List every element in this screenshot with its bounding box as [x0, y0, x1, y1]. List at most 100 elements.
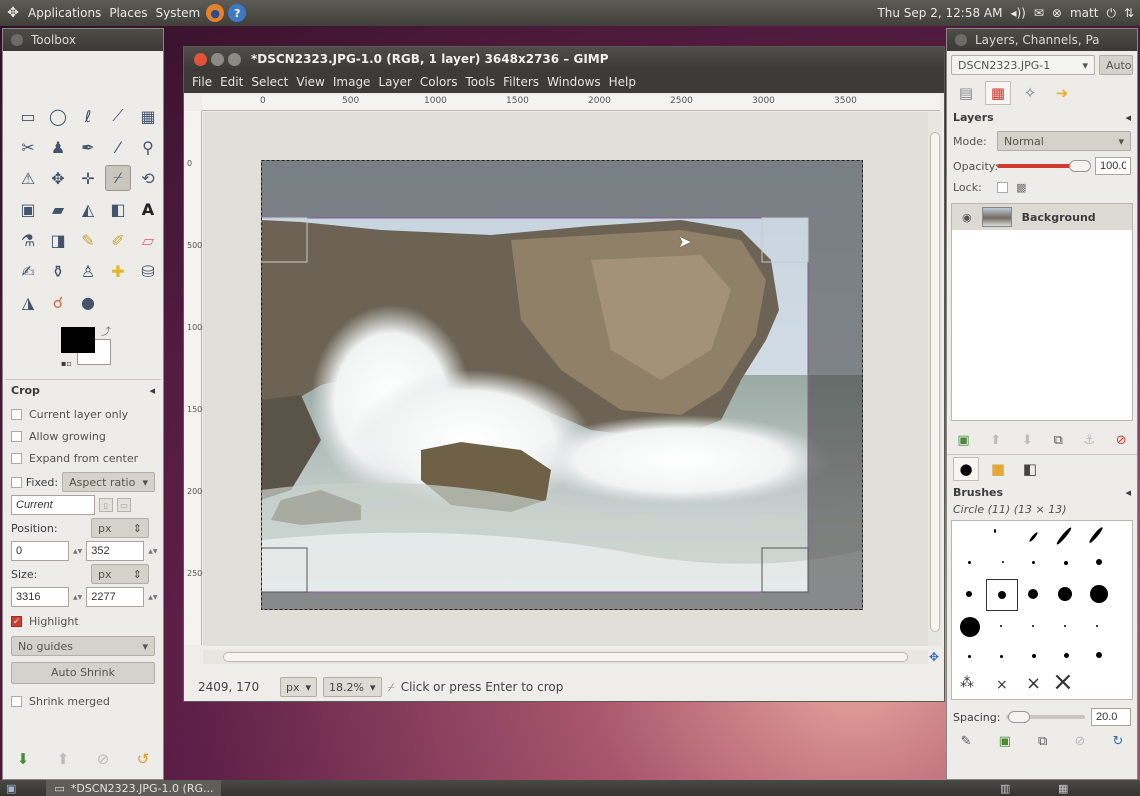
ink-tool-icon[interactable]: ⚱	[45, 258, 71, 284]
brush-swatch[interactable]	[1002, 561, 1004, 563]
menu-file[interactable]: File	[188, 75, 216, 89]
perspective-tool-icon[interactable]: ◭	[75, 196, 101, 222]
brush-swatch[interactable]: ×	[1026, 673, 1041, 694]
portrait-icon[interactable]: ▯	[99, 498, 113, 512]
layer-row[interactable]: ◉ Background	[952, 204, 1132, 230]
tab-paths-icon[interactable]: ✧	[1017, 81, 1043, 105]
zoom-tool-icon[interactable]: ⚲	[135, 134, 161, 160]
delete-options-icon[interactable]: ⊘	[97, 750, 110, 768]
trash-icon[interactable]: ▥	[1000, 782, 1010, 795]
vertical-scrollbar[interactable]	[928, 112, 942, 646]
tab-channels-icon[interactable]: ▦	[985, 81, 1011, 105]
lock-pixels-checkbox[interactable]	[997, 182, 1008, 193]
brush-swatch[interactable]	[966, 591, 972, 597]
opacity-slider-knob[interactable]	[1069, 160, 1091, 172]
rect-select-tool-icon[interactable]: ▭	[15, 103, 41, 129]
close-window-icon[interactable]	[194, 52, 207, 66]
move-tool-icon[interactable]: ✥	[45, 165, 71, 191]
brush-swatch[interactable]	[1088, 526, 1104, 544]
menu-system[interactable]: System	[151, 6, 204, 20]
airbrush-tool-icon[interactable]: ✍	[15, 258, 41, 284]
select-by-color-tool-icon[interactable]: ▦	[135, 103, 161, 129]
horizontal-scroll-thumb[interactable]	[223, 652, 908, 662]
brush-swatch[interactable]	[1000, 655, 1003, 658]
clone-tool-icon[interactable]: ♙	[75, 258, 101, 284]
tab-brushes-icon[interactable]: ●	[953, 456, 979, 481]
save-options-icon[interactable]: ⬇	[17, 750, 30, 768]
brush-swatch[interactable]	[994, 529, 996, 533]
menu-arrow-icon[interactable]: ◂	[1125, 486, 1131, 499]
maximize-window-icon[interactable]	[228, 52, 241, 66]
refresh-brushes-icon[interactable]: ↻	[1112, 734, 1123, 749]
new-brush-icon[interactable]: ▣	[999, 734, 1011, 749]
menu-tools[interactable]: Tools	[462, 75, 500, 89]
mail-icon[interactable]: ✉	[1034, 6, 1044, 20]
image-select[interactable]: DSCN2323.JPG-1 ▾	[951, 55, 1095, 75]
opacity-input[interactable]	[1095, 157, 1131, 175]
brush-swatch[interactable]: ⁂	[960, 675, 974, 691]
taskbar-item-gimp[interactable]: ▭ *DSCN2323.JPG-1.0 (RG...	[46, 780, 222, 796]
position-y-spin-icon[interactable]: ▲▼	[148, 541, 157, 561]
checkbox-box[interactable]	[11, 695, 22, 707]
brush-swatch[interactable]	[1064, 653, 1069, 658]
flip-tool-icon[interactable]: ◧	[105, 196, 131, 222]
eye-icon[interactable]: ◉	[962, 211, 972, 224]
lower-layer-icon[interactable]: ⬇	[1022, 433, 1033, 448]
delete-brush-icon[interactable]: ⊘	[1074, 734, 1085, 749]
show-desktop-icon[interactable]: ▣	[6, 782, 16, 795]
foreground-color[interactable]	[61, 327, 95, 353]
size-h-input[interactable]	[86, 587, 145, 607]
eraser-tool-icon[interactable]: ▱	[135, 227, 161, 253]
brush-swatch[interactable]	[1032, 561, 1035, 564]
brush-swatch[interactable]	[968, 655, 971, 658]
brush-swatch[interactable]	[1055, 526, 1073, 546]
size-unit-select[interactable]: px ⇕	[91, 564, 149, 584]
menu-view[interactable]: View	[292, 75, 328, 89]
spacing-slider[interactable]	[1006, 711, 1085, 723]
menu-filters[interactable]: Filters	[499, 75, 543, 89]
blur-tool-icon[interactable]: ◮	[15, 289, 41, 315]
guides-select[interactable]: No guides ▾	[11, 636, 155, 656]
pencil-tool-icon[interactable]: ✎	[75, 227, 101, 253]
toolbox-titlebar[interactable]: Toolbox	[3, 29, 163, 51]
rotate-tool-icon[interactable]: ⟲	[135, 165, 161, 191]
firefox-icon[interactable]: ●	[206, 4, 225, 22]
dodge-burn-tool-icon[interactable]: ●	[75, 289, 101, 315]
user-icon[interactable]: ⊗	[1052, 6, 1062, 20]
scissors-tool-icon[interactable]: ✂	[15, 134, 41, 160]
network-icon[interactable]: ⇅	[1124, 6, 1134, 20]
brush-swatch[interactable]	[960, 617, 980, 637]
bucket-fill-tool-icon[interactable]: ⚗	[15, 227, 41, 253]
position-unit-select[interactable]: px ⇕	[91, 518, 149, 538]
color-picker-tool-icon[interactable]: ⁄	[105, 134, 131, 160]
canvas-area[interactable]: ➤	[203, 112, 928, 646]
brush-swatch[interactable]	[1032, 654, 1036, 658]
ellipse-select-tool-icon[interactable]: ◯	[45, 103, 71, 129]
text-tool-icon[interactable]: A	[135, 196, 161, 222]
vertical-scroll-thumb[interactable]	[930, 132, 940, 632]
brush-swatch[interactable]	[1058, 587, 1072, 601]
smudge-tool-icon[interactable]: ☌	[45, 289, 71, 315]
help-icon[interactable]: ?	[228, 4, 247, 22]
landscape-icon[interactable]: ▭	[117, 498, 131, 512]
align-tool-icon[interactable]: ✛	[75, 165, 101, 191]
heal-tool-icon[interactable]: ✚	[105, 258, 131, 284]
fixed-checkbox[interactable]	[11, 476, 22, 488]
size-h-spin-icon[interactable]: ▲▼	[148, 587, 157, 607]
aspect-value-input[interactable]	[11, 495, 95, 515]
menu-arrow-icon[interactable]: ◂	[1125, 111, 1131, 124]
duplicate-layer-icon[interactable]: ⧉	[1053, 433, 1062, 448]
brush-swatch[interactable]	[1096, 559, 1102, 565]
restore-options-icon[interactable]: ⬆	[57, 750, 70, 768]
close-icon[interactable]	[11, 34, 23, 46]
clock[interactable]: Thu Sep 2, 12:58 AM	[877, 6, 1002, 20]
brush-swatch[interactable]	[1090, 585, 1108, 603]
user-name[interactable]: matt	[1070, 6, 1098, 20]
navigate-icon[interactable]: ✥	[929, 650, 939, 664]
layers-dock-titlebar[interactable]: Layers, Channels, Pa	[947, 29, 1137, 51]
paths-tool-icon[interactable]: ✒	[75, 134, 101, 160]
menu-help[interactable]: Help	[605, 75, 640, 89]
tab-layers-icon[interactable]: ▤	[953, 81, 979, 105]
menu-edit[interactable]: Edit	[216, 75, 247, 89]
checkbox-box[interactable]	[11, 408, 22, 420]
